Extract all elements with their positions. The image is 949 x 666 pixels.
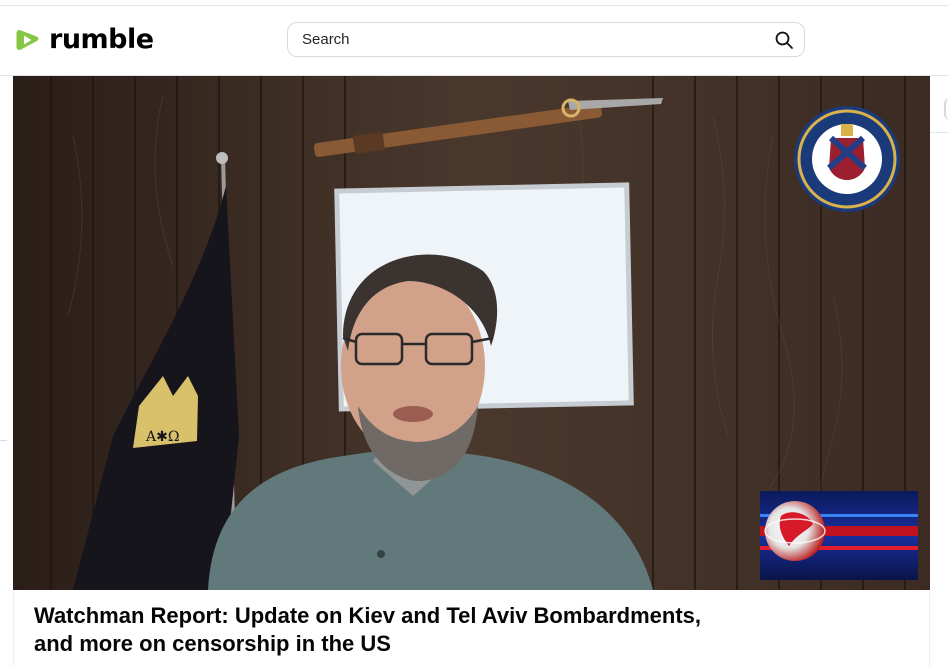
sidebar-collapsed-tab[interactable] — [930, 90, 949, 133]
left-gutter — [0, 76, 13, 666]
logo-wordmark: rumble — [49, 24, 154, 55]
rumble-play-icon — [16, 30, 39, 50]
breaking-news-globe-graphic — [760, 491, 918, 580]
left-divider — [0, 440, 7, 441]
video-title-line1: Watchman Report: Update on Kiev and Tel … — [34, 603, 702, 628]
video-title: Watchman Report: Update on Kiev and Tel … — [34, 602, 794, 658]
video-title-line2: and more on censorship in the US — [34, 631, 391, 656]
right-sidebar-edge — [930, 76, 949, 666]
rumble-logo[interactable]: rumble — [12, 24, 154, 56]
search-bar — [287, 22, 805, 57]
search-icon[interactable] — [774, 30, 794, 50]
institute-of-peace-studies-seal — [794, 106, 900, 212]
video-frame: A✱Ω — [13, 76, 930, 590]
video-title-section: Watchman Report: Update on Kiev and Tel … — [13, 590, 930, 666]
search-input[interactable] — [302, 23, 752, 56]
svg-text:A✱Ω: A✱Ω — [145, 429, 179, 445]
site-header: rumble — [0, 6, 949, 76]
video-player[interactable]: A✱Ω — [13, 76, 930, 590]
sidebar-tab-handle — [944, 98, 949, 120]
